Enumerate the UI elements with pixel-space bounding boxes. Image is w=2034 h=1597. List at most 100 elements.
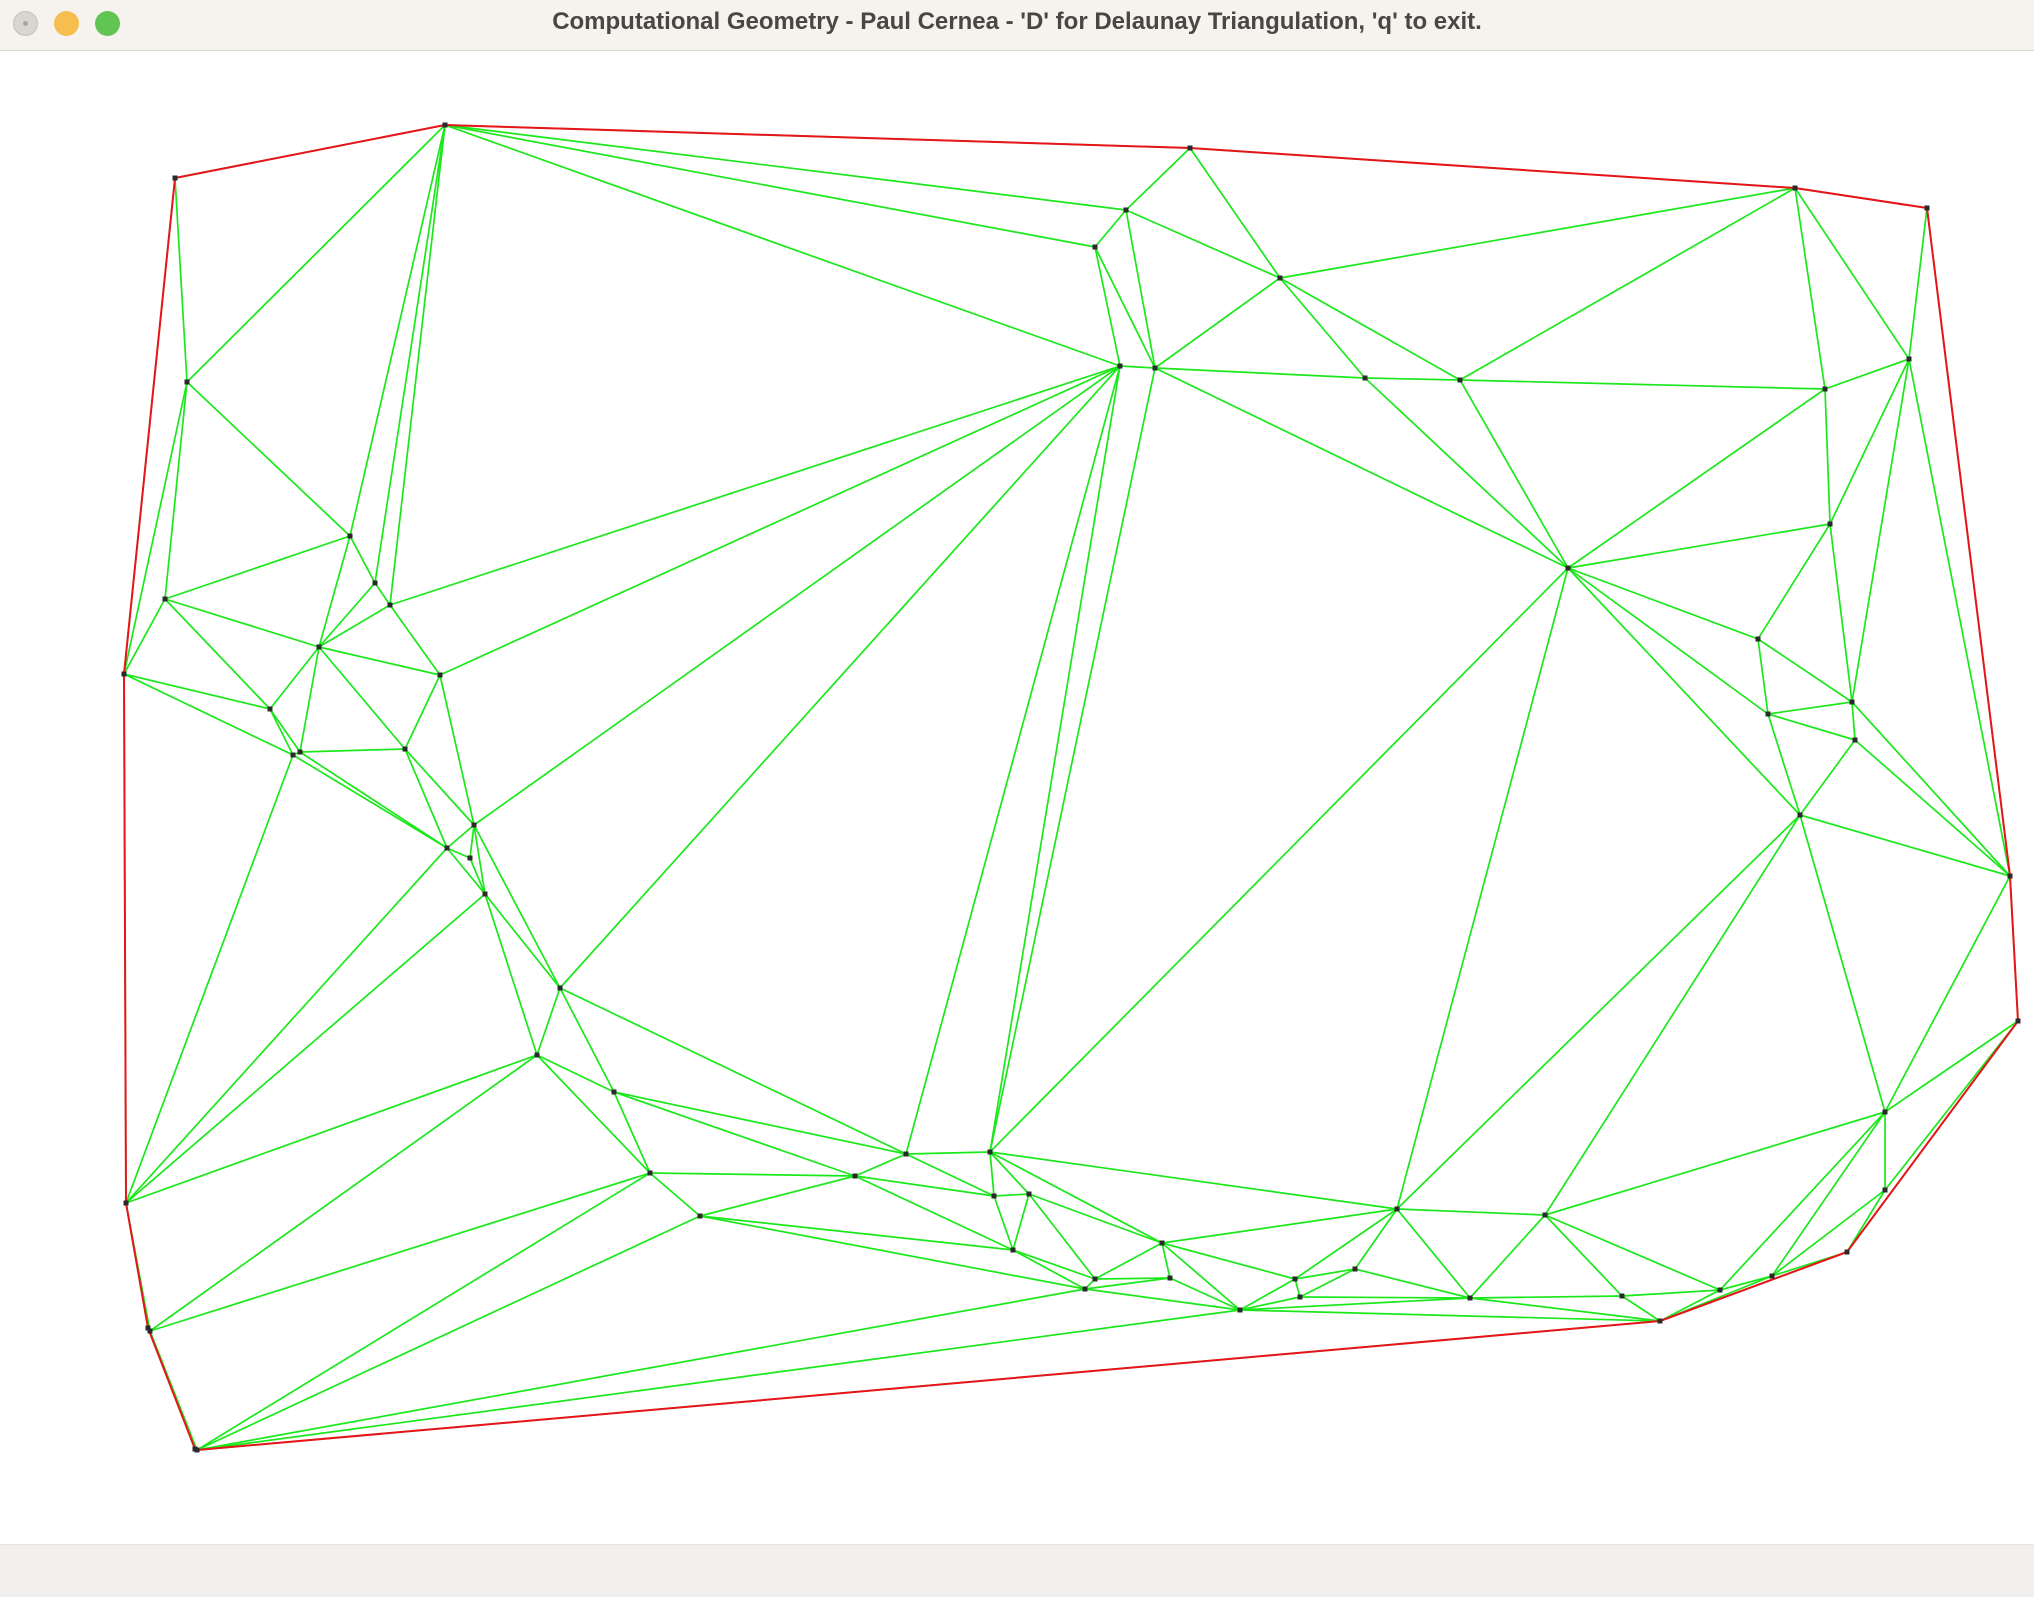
triangulation-edge	[1294, 1278, 1301, 1298]
hull-edge	[1659, 1251, 1848, 1322]
triangulation-edge	[1154, 367, 1569, 569]
triangulation-edge	[1794, 187, 1826, 390]
triangulation-edge	[993, 1193, 1030, 1197]
triangulation-edge	[1884, 1020, 2019, 1113]
triangulation-edge	[389, 365, 1121, 606]
triangulation-edge	[149, 1172, 651, 1332]
triangulation-edge	[1239, 1278, 1296, 1311]
vertex-point	[1159, 1240, 1165, 1246]
triangulation-edges	[123, 124, 2019, 1451]
triangulation-edge	[196, 1309, 1241, 1451]
triangulation-edge	[1851, 701, 1856, 741]
vertex-point	[2007, 873, 2013, 879]
triangulation-edge	[404, 748, 448, 849]
triangulation-edge	[1567, 523, 1831, 569]
triangulation-edge	[389, 124, 446, 606]
triangulation-edge	[1851, 358, 1910, 703]
triangulation-edge	[989, 1151, 1163, 1244]
triangulation-edge	[559, 987, 907, 1155]
triangulation-edge	[164, 535, 351, 600]
triangulation-edge	[123, 673, 294, 756]
triangulation-edge	[1544, 1111, 1886, 1216]
triangulation-edge	[299, 646, 320, 753]
vertex-point	[467, 855, 473, 861]
vertex-point	[1882, 1109, 1888, 1115]
vertex-point	[402, 746, 408, 752]
triangulation-edge	[299, 748, 406, 753]
triangulation-edge	[1767, 701, 1853, 715]
triangulation-edge	[1719, 1111, 1886, 1291]
triangulation-edge	[446, 824, 475, 849]
vertex-point	[1619, 1293, 1625, 1299]
triangulation-edge	[1544, 814, 1801, 1216]
triangulation-edge	[1567, 388, 1826, 569]
vertex-point	[697, 1213, 703, 1219]
vertex-point	[852, 1173, 858, 1179]
hull-edge	[196, 1320, 1661, 1451]
vertex-point	[347, 533, 353, 539]
triangulation-edge	[1299, 1296, 1471, 1299]
triangulation-edge	[905, 1151, 991, 1155]
delaunay-triangulation-plot[interactable]	[0, 0, 2034, 1596]
triangulation-edge	[1767, 713, 1856, 741]
vertex-point	[1827, 521, 1833, 527]
triangulation-edge	[1094, 246, 1156, 369]
triangulation-edge	[1567, 567, 1769, 715]
vertex-point	[444, 845, 450, 851]
triangulation-edge	[1469, 1214, 1546, 1299]
triangulation-edge	[989, 567, 1569, 1153]
triangulation-edge	[613, 1091, 856, 1177]
vertex-point	[1565, 565, 1571, 571]
vertex-point	[1849, 699, 1855, 705]
triangulation-edge	[196, 1215, 701, 1451]
vertex-point	[1906, 356, 1912, 362]
vertex-point	[1362, 375, 1368, 381]
triangulation-edge	[536, 1054, 615, 1093]
vertex-point	[482, 891, 488, 897]
triangulation-edge	[1364, 377, 1461, 381]
vertex-point	[297, 749, 303, 755]
triangulation-edge	[1094, 209, 1127, 248]
triangulation-edge	[1396, 1208, 1546, 1216]
triangulation-edge	[1567, 567, 1759, 640]
hull-edge	[1189, 147, 1796, 189]
vertex-point	[1755, 636, 1761, 642]
triangulation-edge	[1154, 277, 1281, 369]
triangulation-edge	[444, 124, 1121, 367]
vertex-point	[162, 596, 168, 602]
hull-edge	[444, 124, 1191, 149]
hull-edge	[1926, 207, 2011, 877]
triangulation-edge	[1459, 379, 1826, 390]
vertex-point	[1092, 1276, 1098, 1282]
vertex-point	[557, 985, 563, 991]
convex-hull	[123, 124, 2019, 1451]
triangulation-edge	[536, 987, 561, 1056]
triangulation-edge	[484, 893, 538, 1056]
triangulation-edge	[149, 1054, 538, 1332]
vertex-point	[1292, 1276, 1298, 1282]
app-window: Computational Geometry - Paul Cernea - '…	[0, 0, 2034, 1597]
vertex-point	[437, 672, 443, 678]
triangulation-edge	[1908, 358, 2011, 877]
triangulation-edge	[613, 1091, 651, 1174]
triangulation-edge	[1799, 814, 2011, 877]
vertex-point	[1352, 1266, 1358, 1272]
triangulation-edge	[1396, 567, 1569, 1210]
triangulation-edge	[1364, 377, 1569, 569]
triangulation-edge	[318, 646, 406, 750]
triangulation-edge	[613, 1091, 907, 1155]
vertex-point	[2015, 1018, 2021, 1024]
triangulation-edge	[559, 987, 615, 1093]
triangulation-edge	[989, 1151, 1030, 1195]
vertex-point	[1152, 365, 1158, 371]
triangulation-edge	[269, 646, 320, 710]
vertex-point	[1822, 386, 1828, 392]
vertex-point	[1117, 363, 1123, 369]
triangulation-edge	[1125, 209, 1156, 369]
triangulation-edge	[1125, 147, 1191, 211]
triangulation-edge	[1354, 1268, 1471, 1299]
triangulation-edge	[1094, 246, 1121, 367]
triangulation-edge	[469, 824, 475, 859]
vertex-point	[1792, 185, 1798, 191]
triangulation-edge	[1094, 1242, 1163, 1280]
